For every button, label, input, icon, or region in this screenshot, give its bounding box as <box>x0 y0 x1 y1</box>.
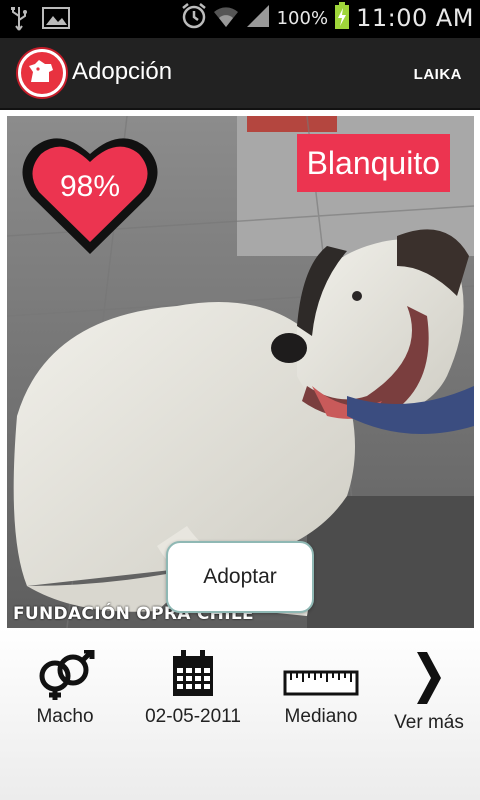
ruler-icon <box>278 650 364 706</box>
status-time: 11:00 AM <box>356 4 474 32</box>
info-size[interactable]: Mediano <box>278 650 364 728</box>
action-bar: Adopción LAIKA <box>0 38 480 110</box>
calendar-icon <box>134 650 252 706</box>
signal-icon <box>245 3 271 33</box>
status-bar: 100% 11:00 AM <box>0 0 480 38</box>
pet-info-row: Macho 02-05-2011 Mediano Ver más <box>0 648 480 760</box>
image-icon <box>42 6 70 36</box>
adopt-button[interactable]: Adoptar <box>166 541 314 613</box>
gender-label: Macho <box>36 706 94 727</box>
laika-button[interactable]: LAIKA <box>414 66 462 83</box>
wifi-icon <box>213 3 239 33</box>
status-left-icons <box>10 6 70 36</box>
app-title: Adopción <box>72 58 173 85</box>
pet-name-badge: Blanquito <box>296 134 450 192</box>
gender-icon <box>22 648 108 706</box>
chevron-right-icon <box>388 650 470 712</box>
battery-percent: 100% <box>276 7 329 29</box>
content-area: 98% Blanquito FUNDACIÓN OPRA CHILE Adopt… <box>0 110 480 800</box>
size-label: Mediano <box>284 706 358 727</box>
see-more-label: Ver más <box>394 712 464 733</box>
alarm-icon <box>181 2 207 34</box>
status-right-icons: 100% 11:00 AM <box>181 2 474 34</box>
birthdate-label: 02-05-2011 <box>145 706 241 727</box>
dog-logo-icon[interactable] <box>18 49 66 97</box>
info-gender[interactable]: Macho <box>22 648 108 728</box>
match-percent: 98% <box>59 170 121 203</box>
match-heart: 98% <box>19 130 161 258</box>
see-more-button[interactable]: Ver más <box>388 650 470 734</box>
info-birthdate[interactable]: 02-05-2011 <box>134 650 252 728</box>
usb-icon <box>10 6 28 36</box>
battery-charging-icon <box>334 2 350 34</box>
